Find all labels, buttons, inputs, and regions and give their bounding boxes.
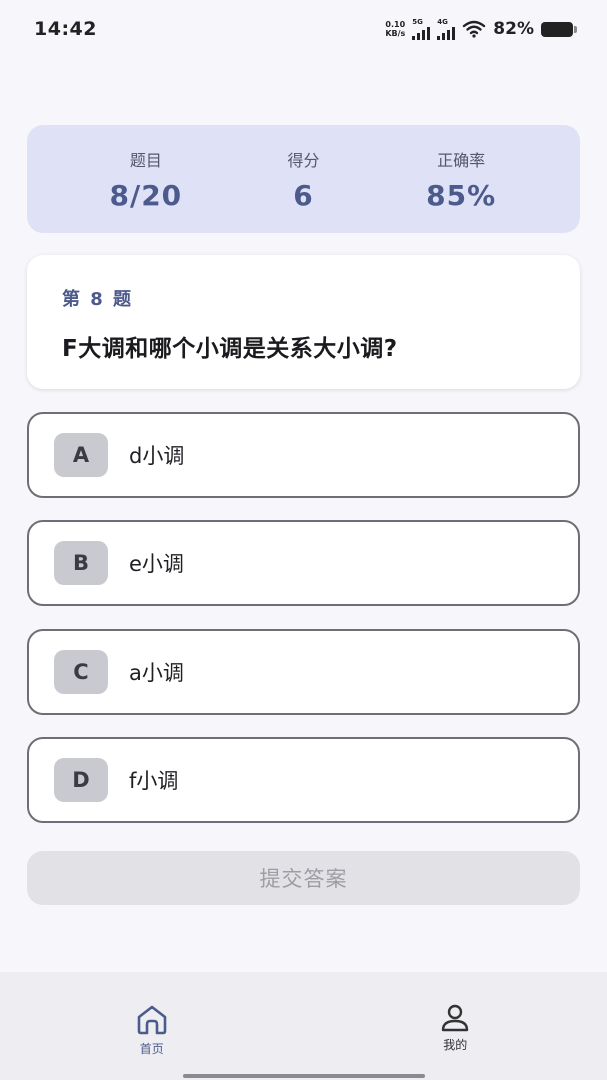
option-c[interactable]: C a小调 <box>27 629 580 715</box>
question-number: 第 8 题 <box>62 289 134 310</box>
signal-4g-icon: 4G <box>437 17 456 40</box>
option-a-letter: A <box>54 433 108 477</box>
stat-score-label: 得分 <box>287 150 320 170</box>
submit-answer-button[interactable]: 提交答案 <box>27 851 580 905</box>
stat-accuracy-value: 85% <box>426 178 497 212</box>
option-d-letter: D <box>54 758 108 802</box>
option-b-letter: B <box>54 541 108 585</box>
nav-mine-label: 我的 <box>443 1038 468 1052</box>
wifi-icon <box>463 20 486 38</box>
home-indicator[interactable] <box>183 1074 425 1078</box>
nav-mine[interactable]: 我的 <box>304 972 607 1080</box>
stat-question-label: 题目 <box>129 150 162 170</box>
clock: 14:42 <box>34 18 97 40</box>
stat-score-value: 6 <box>293 178 314 212</box>
question-card: 第 8 题 F大调和哪个小调是关系大小调? <box>27 255 580 389</box>
option-b-text: e小调 <box>129 552 184 576</box>
signal-5g-icon: 5G <box>412 17 431 40</box>
bottom-nav: 首页 我的 <box>0 972 607 1080</box>
question-text: F大调和哪个小调是关系大小调? <box>62 336 398 362</box>
nav-home-label: 首页 <box>139 1042 164 1056</box>
battery-percent: 82% <box>493 19 534 39</box>
status-icons: 0.10 KB/s 5G 4G 82% <box>385 17 577 40</box>
stat-question: 题目 8/20 <box>86 147 206 212</box>
stat-accuracy: 正确率 85% <box>401 147 521 212</box>
home-icon <box>137 1005 167 1035</box>
network-speed-unit: KB/s <box>385 29 406 38</box>
option-c-letter: C <box>54 650 108 694</box>
signal-5g-label: 5G <box>412 17 423 26</box>
network-speed-value: 0.10 <box>385 20 406 29</box>
option-c-text: a小调 <box>129 661 184 685</box>
battery-icon <box>541 21 577 37</box>
network-speed: 0.10 KB/s <box>385 20 405 38</box>
stat-accuracy-label: 正确率 <box>437 150 486 170</box>
stats-card: 题目 8/20 得分 6 正确率 85% <box>27 125 580 233</box>
option-b[interactable]: B e小调 <box>27 520 580 606</box>
stat-score: 得分 6 <box>243 147 363 212</box>
option-d-text: f小调 <box>129 769 179 793</box>
option-d[interactable]: D f小调 <box>27 737 580 823</box>
option-a-text: d小调 <box>129 444 185 468</box>
user-icon <box>442 1004 469 1032</box>
status-bar: 14:42 0.10 KB/s 5G 4G 82% <box>0 0 607 58</box>
stat-question-value: 8/20 <box>109 178 183 212</box>
nav-home[interactable]: 首页 <box>0 972 304 1080</box>
option-a[interactable]: A d小调 <box>27 412 580 498</box>
signal-4g-label: 4G <box>437 17 448 26</box>
